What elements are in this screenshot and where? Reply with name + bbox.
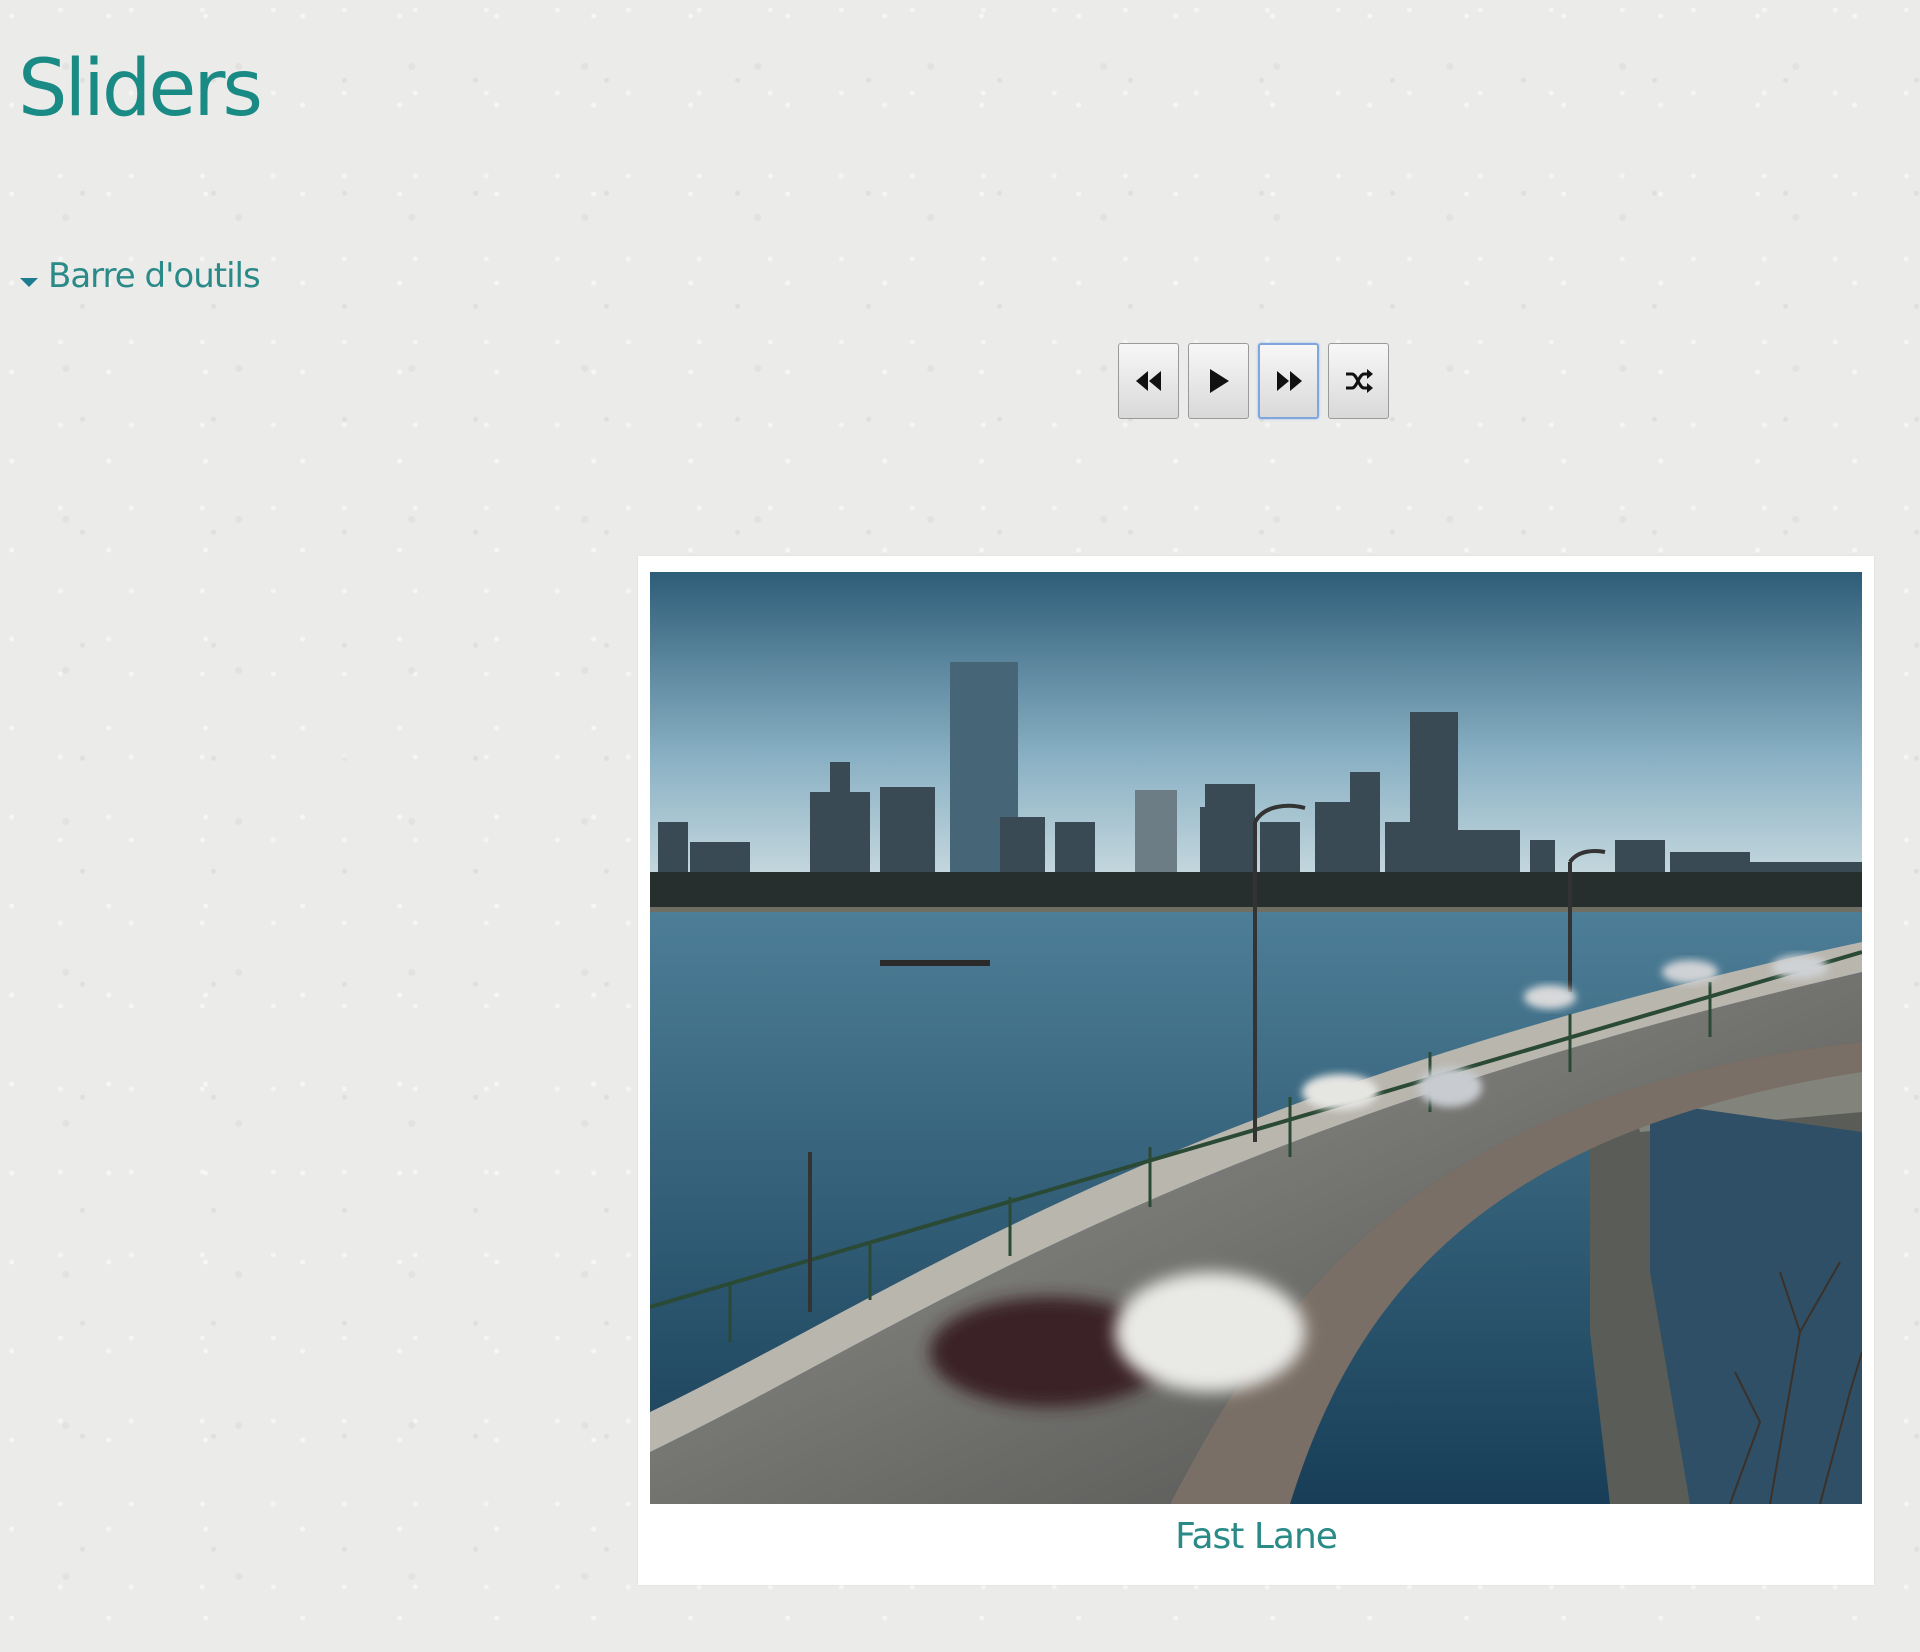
play-icon [1209, 369, 1229, 393]
fast-forward-icon [1276, 371, 1302, 391]
slider-controls [1118, 343, 1389, 419]
shuffle-icon [1345, 369, 1373, 393]
slide-frame: Fast Lane [638, 556, 1874, 1585]
next-button[interactable] [1258, 343, 1319, 419]
slide-caption: Fast Lane [1175, 1516, 1338, 1557]
shuffle-button[interactable] [1328, 343, 1389, 419]
previous-button[interactable] [1118, 343, 1179, 419]
caret-down-icon [20, 277, 38, 287]
slide-image [650, 572, 1862, 1504]
play-button[interactable] [1188, 343, 1249, 419]
toolbar-toggle[interactable]: Barre d'outils [20, 256, 261, 296]
page-title: Sliders [18, 44, 263, 134]
toolbar-toggle-label: Barre d'outils [48, 256, 261, 296]
rewind-icon [1135, 371, 1161, 391]
